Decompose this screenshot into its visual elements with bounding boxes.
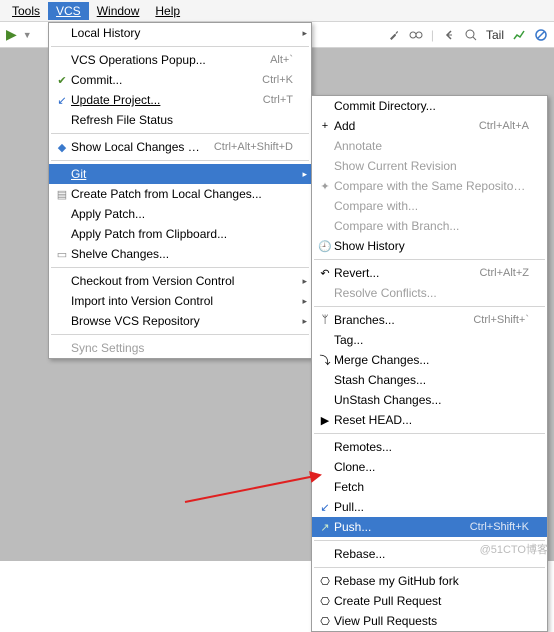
menu-compare-branch: Compare with Branch...: [312, 216, 547, 236]
back-icon[interactable]: [442, 28, 456, 42]
menu-vcs[interactable]: VCS: [48, 2, 89, 20]
menu-tag[interactable]: Tag...: [312, 330, 547, 350]
menu-unstash[interactable]: UnStash Changes...: [312, 390, 547, 410]
reset-icon: ▶: [316, 414, 334, 427]
menu-tools[interactable]: Tools: [4, 2, 48, 20]
menu-apply-clip[interactable]: Apply Patch from Clipboard...: [49, 224, 311, 244]
push-icon: ↗: [316, 521, 334, 534]
tail-label[interactable]: Tail: [486, 28, 504, 42]
wrench-icon[interactable]: [387, 28, 401, 42]
menu-add[interactable]: +AddCtrl+Alt+A: [312, 116, 547, 136]
menu-apply-patch[interactable]: Apply Patch...: [49, 204, 311, 224]
pull-icon: ↙: [316, 501, 334, 514]
menu-show-history[interactable]: 🕘Show History: [312, 236, 547, 256]
menu-fetch[interactable]: Fetch: [312, 477, 547, 497]
menu-shelve[interactable]: ▭Shelve Changes...: [49, 244, 311, 264]
clock-icon: 🕘: [316, 240, 334, 253]
menu-view-pr[interactable]: ⎔View Pull Requests: [312, 611, 547, 631]
menu-commit-dir[interactable]: Commit Directory...: [312, 96, 547, 116]
separator: [314, 259, 545, 260]
menu-pull[interactable]: ↙Pull...: [312, 497, 547, 517]
search-icon[interactable]: [464, 28, 478, 42]
menu-annotate: Annotate: [312, 136, 547, 156]
menu-update[interactable]: ↙Update Project...Ctrl+T: [49, 90, 311, 110]
menu-remotes[interactable]: Remotes...: [312, 437, 547, 457]
watermark: @51CTO博客: [480, 541, 548, 557]
breakpoints-icon[interactable]: [409, 28, 423, 42]
github-icon: ⎔: [316, 575, 334, 588]
patch-icon: ▤: [53, 188, 71, 201]
shelve-icon: ▭: [53, 248, 71, 261]
menu-stash[interactable]: Stash Changes...: [312, 370, 547, 390]
github-icon: ⎔: [316, 615, 334, 628]
separator: [51, 133, 309, 134]
menu-browse-repo[interactable]: Browse VCS Repository▸: [49, 311, 311, 331]
dropdown-icon[interactable]: ▼: [23, 30, 32, 40]
update-icon: ↙: [53, 94, 71, 107]
menu-rebase-fork[interactable]: ⎔Rebase my GitHub fork: [312, 571, 547, 591]
menu-import-vc[interactable]: Import into Version Control▸: [49, 291, 311, 311]
divider: |: [431, 28, 434, 42]
menu-checkout-vc[interactable]: Checkout from Version Control▸: [49, 271, 311, 291]
chart-icon[interactable]: [512, 28, 526, 42]
merge-icon: ⤵: [316, 352, 334, 368]
menubar: Tools VCS Window Help: [0, 0, 554, 22]
menu-branches[interactable]: ᛘBranches...Ctrl+Shift+`: [312, 310, 547, 330]
menu-create-patch[interactable]: ▤Create Patch from Local Changes...: [49, 184, 311, 204]
menu-vcs-ops[interactable]: VCS Operations Popup...Alt+`: [49, 50, 311, 70]
menu-reset[interactable]: ▶Reset HEAD...: [312, 410, 547, 430]
separator: [51, 267, 309, 268]
separator: [314, 306, 545, 307]
menu-git[interactable]: Git▸: [49, 164, 311, 184]
menu-push[interactable]: ↗Push...Ctrl+Shift+K: [312, 517, 547, 537]
menu-show-uml[interactable]: ◆Show Local Changes as UMLCtrl+Alt+Shift…: [49, 137, 311, 157]
menu-resolve: Resolve Conflicts...: [312, 283, 547, 303]
menu-create-pr[interactable]: ⎔Create Pull Request: [312, 591, 547, 611]
no-entry-icon[interactable]: [534, 28, 548, 42]
add-icon: +: [316, 120, 334, 132]
github-icon: ⎔: [316, 595, 334, 608]
menu-refresh[interactable]: Refresh File Status: [49, 110, 311, 130]
revert-icon: ↶: [316, 267, 334, 280]
separator: [51, 160, 309, 161]
separator: [51, 46, 309, 47]
menu-help[interactable]: Help: [147, 2, 188, 20]
vcs-menu: Local History▸ VCS Operations Popup...Al…: [48, 22, 312, 359]
menu-compare-same: ✦Compare with the Same Repository Versio…: [312, 176, 547, 196]
menu-show-rev: Show Current Revision: [312, 156, 547, 176]
separator: [51, 334, 309, 335]
menu-compare-with: Compare with...: [312, 196, 547, 216]
menu-window[interactable]: Window: [89, 2, 148, 20]
menu-merge[interactable]: ⤵Merge Changes...: [312, 350, 547, 370]
branch-icon: ᛘ: [316, 314, 334, 326]
menu-sync: Sync Settings: [49, 338, 311, 358]
menu-local-history[interactable]: Local History▸: [49, 23, 311, 43]
commit-icon: ✔: [53, 74, 71, 87]
menu-commit[interactable]: ✔Commit...Ctrl+K: [49, 70, 311, 90]
uml-icon: ◆: [53, 141, 71, 154]
separator: [314, 433, 545, 434]
separator: [314, 567, 545, 568]
menu-revert[interactable]: ↶Revert...Ctrl+Alt+Z: [312, 263, 547, 283]
menu-clone[interactable]: Clone...: [312, 457, 547, 477]
compare-icon: ✦: [316, 180, 334, 193]
run-icon[interactable]: ▶: [6, 26, 17, 43]
